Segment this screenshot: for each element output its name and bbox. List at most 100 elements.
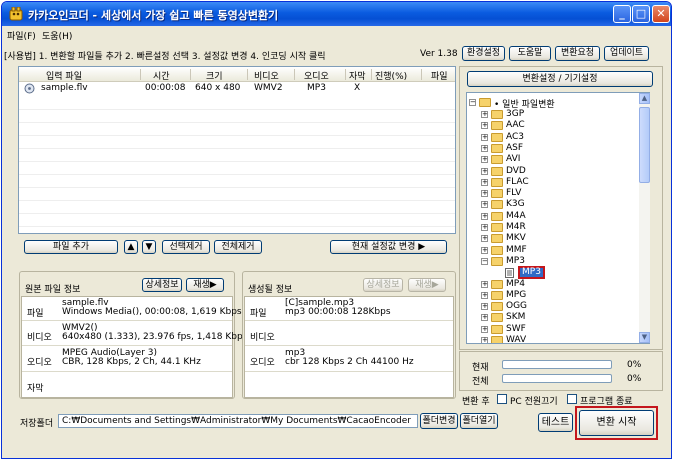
expand-icon[interactable]: + — [481, 212, 488, 220]
collapse-icon[interactable]: − — [469, 99, 476, 106]
folder-icon — [491, 121, 503, 131]
output-folder-field[interactable]: C:₩Documents and Settings₩Administrator₩… — [58, 414, 418, 428]
tree-item[interactable]: + AC3 — [481, 132, 631, 143]
output-info-body: 파일 [C]sample.mp3 mp3 00:00:08 128Kbps 비디… — [244, 296, 454, 398]
output-detail-button[interactable]: 상세정보 — [363, 278, 403, 292]
update-button[interactable]: 업데이트 — [604, 46, 649, 61]
tree-item[interactable]: − MP3 — [481, 256, 631, 267]
row-audio: MP3 — [307, 83, 326, 93]
tree-item[interactable]: + SKM — [481, 312, 631, 323]
source-play-button[interactable]: 재생▶ — [186, 278, 224, 292]
preset-scrollbar[interactable]: ▲ ▼ — [639, 93, 650, 343]
source-subtitle-label: 자막 — [27, 384, 44, 394]
shutdown-checkbox[interactable] — [497, 394, 507, 404]
close-icon[interactable]: ✕ — [652, 5, 670, 23]
tree-item[interactable]: + M4R — [481, 222, 631, 233]
tree-child-selected[interactable]: MP3 — [505, 266, 555, 280]
tree-item[interactable]: + M4A — [481, 211, 631, 222]
expand-icon[interactable]: + — [481, 122, 488, 130]
col-video[interactable]: 비디오 — [254, 69, 279, 82]
exit-checkbox[interactable] — [567, 394, 577, 404]
expand-icon[interactable]: + — [481, 190, 488, 198]
change-folder-button[interactable]: 폴더변경 — [420, 413, 458, 429]
folder-icon — [491, 256, 503, 266]
preset-title-button[interactable]: 변환설정 / 기기설정 — [467, 71, 653, 87]
tree-item[interactable]: + MMF — [481, 245, 631, 256]
tree-item[interactable]: + MKV — [481, 233, 631, 244]
expand-icon[interactable]: + — [481, 337, 488, 343]
title-bar[interactable]: 카카오인코더 - 세상에서 가장 쉽고 빠른 동영상변환기 _ □ ✕ — [2, 2, 671, 26]
table-row[interactable]: sample.flv 00:00:08 640 x 480 WMV2 MP3 X — [19, 82, 455, 95]
tree-root[interactable]: − • 일반 파일변환 — [469, 97, 639, 110]
move-down-icon[interactable]: ▼ — [142, 240, 156, 254]
tree-item[interactable]: + K3G — [481, 199, 631, 210]
source-detail-button[interactable]: 상세정보 — [142, 278, 182, 292]
expand-icon[interactable]: + — [481, 133, 488, 141]
expand-icon[interactable]: + — [481, 325, 488, 333]
menu-file[interactable]: 파일(F) — [7, 29, 36, 42]
expand-icon[interactable]: + — [481, 235, 488, 243]
total-progress-value: 0% — [627, 374, 642, 384]
open-folder-button[interactable]: 폴더열기 — [460, 413, 498, 429]
expand-icon[interactable]: + — [481, 178, 488, 186]
preset-tree[interactable]: − • 일반 파일변환 +3GP + AAC + AC3 + ASF + AVI + DVD + FLA… — [466, 92, 650, 344]
request-button[interactable]: 변환요청 — [555, 46, 600, 61]
col-file[interactable]: 파일 — [431, 69, 448, 82]
source-file-detail: Windows Media(), 00:00:08, 1,619 Kbps — [62, 307, 242, 317]
tree-item[interactable]: + AVI — [481, 154, 631, 165]
tree-item[interactable]: + OGG — [481, 301, 631, 312]
minimize-icon[interactable]: _ — [613, 5, 631, 23]
tree-item[interactable]: +3GP — [481, 109, 631, 120]
expand-icon[interactable]: + — [481, 156, 488, 164]
expand-icon[interactable]: + — [481, 303, 488, 311]
expand-icon[interactable]: + — [481, 167, 488, 175]
col-progress[interactable]: 진행(%) — [375, 69, 407, 82]
expand-icon[interactable]: + — [481, 144, 488, 152]
col-subtitle[interactable]: 자막 — [349, 69, 366, 82]
expand-icon[interactable]: + — [481, 314, 488, 322]
expand-icon[interactable]: + — [481, 291, 488, 299]
scroll-thumb[interactable] — [639, 107, 650, 183]
expand-icon[interactable]: + — [481, 280, 488, 288]
col-audio[interactable]: 오디오 — [304, 69, 329, 82]
col-size[interactable]: 크기 — [206, 69, 223, 82]
tree-item[interactable]: + MPG — [481, 290, 631, 301]
test-button[interactable]: 테스트 — [538, 413, 573, 432]
expand-icon[interactable]: + — [481, 111, 488, 118]
output-folder-label: 저장폴더 — [20, 419, 54, 429]
settings-button[interactable]: 환경설정 — [462, 46, 505, 61]
maximize-icon[interactable]: □ — [632, 5, 650, 23]
tree-item[interactable]: + AAC — [481, 120, 631, 131]
menu-help[interactable]: 도움(H) — [42, 29, 72, 42]
remove-all-button[interactable]: 전체제거 — [214, 240, 262, 254]
current-progress-label: 현재 — [472, 363, 489, 373]
output-play-button[interactable]: 재생▶ — [408, 278, 446, 292]
add-file-button[interactable]: 파일 추가 — [24, 240, 118, 254]
remove-selected-button[interactable]: 선택제거 — [162, 240, 210, 254]
scroll-up-icon[interactable]: ▲ — [639, 93, 650, 104]
row-subtitle: X — [354, 83, 361, 93]
folder-icon — [491, 177, 503, 187]
apply-settings-button[interactable]: 현재 설정값 변경 ▶ — [330, 240, 447, 254]
tree-item[interactable]: + WAV — [481, 335, 631, 343]
folder-icon — [491, 211, 503, 221]
expand-icon[interactable]: + — [481, 224, 488, 231]
folder-icon — [491, 279, 503, 289]
tree-item[interactable]: + DVD — [481, 166, 631, 177]
tree-item[interactable]: + MP4 — [481, 279, 631, 290]
tree-item[interactable]: + FLAC — [481, 177, 631, 188]
source-audio-label: 오디오 — [27, 358, 52, 368]
help-button[interactable]: 도움말 — [509, 46, 551, 61]
tree-item[interactable]: + ASF — [481, 143, 631, 154]
expand-icon[interactable]: + — [481, 246, 488, 254]
scroll-down-icon[interactable]: ▼ — [639, 332, 650, 343]
collapse-icon[interactable]: − — [481, 257, 488, 265]
col-time[interactable]: 시간 — [153, 69, 170, 82]
col-input-file[interactable]: 입력 파일 — [46, 69, 82, 82]
folder-icon — [491, 166, 503, 176]
move-up-icon[interactable]: ▲ — [124, 240, 138, 254]
file-list[interactable]: 입력 파일 시간 크기 비디오 오디오 자막 진행(%) 파일 sample.f… — [18, 66, 456, 234]
tree-item[interactable]: + SWF — [481, 324, 631, 335]
expand-icon[interactable]: + — [481, 201, 488, 209]
tree-item[interactable]: + FLV — [481, 188, 631, 199]
